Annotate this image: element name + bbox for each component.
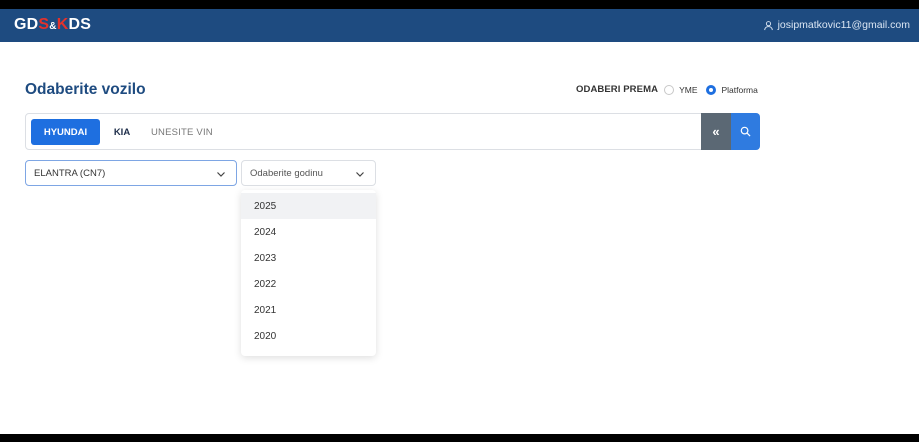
- chevron-down-icon: [217, 172, 225, 177]
- user-account[interactable]: josipmatkovic11@gmail.com: [763, 19, 910, 31]
- brand-tab-hyundai[interactable]: HYUNDAI: [31, 119, 100, 145]
- model-select[interactable]: ELANTRA (CN7): [25, 160, 237, 186]
- year-dropdown-menu: 2025 2024 2023 2022 2021 2020: [241, 190, 376, 356]
- radio-yme[interactable]: [664, 84, 675, 95]
- app-screen: GDS&KDS josipmatkovic11@gmail.com Odaber…: [0, 9, 919, 434]
- year-select-placeholder: Odaberite godinu: [250, 167, 323, 179]
- year-option-2021[interactable]: 2021: [241, 297, 376, 323]
- collapse-button[interactable]: «: [701, 113, 731, 150]
- year-select[interactable]: Odaberite godinu: [241, 160, 376, 186]
- chevron-down-icon: [356, 172, 364, 177]
- model-select-value: ELANTRA (CN7): [34, 167, 106, 179]
- user-email: josipmatkovic11@gmail.com: [777, 19, 910, 31]
- filter-label: ODABERI PREMA: [576, 84, 659, 95]
- user-icon: [763, 20, 773, 30]
- filter-option-yme[interactable]: YME: [664, 84, 697, 95]
- year-option-2020[interactable]: 2020: [241, 323, 376, 349]
- year-option-2023[interactable]: 2023: [241, 245, 376, 271]
- vin-input[interactable]: [151, 119, 691, 145]
- brand-tab-kia[interactable]: KIA: [100, 119, 144, 145]
- search-button[interactable]: [731, 113, 760, 150]
- year-option-2024[interactable]: 2024: [241, 219, 376, 245]
- select-by-filter: ODABERI PREMA YME Platforma: [576, 84, 767, 95]
- year-option-2022[interactable]: 2022: [241, 271, 376, 297]
- search-icon: [740, 126, 751, 137]
- radio-platforma[interactable]: [706, 84, 717, 95]
- filter-option-platforma[interactable]: Platforma: [706, 84, 758, 95]
- page-title: Odaberite vozilo: [25, 81, 146, 98]
- year-option-2025[interactable]: 2025: [241, 193, 376, 219]
- top-navbar: GDS&KDS josipmatkovic11@gmail.com: [0, 9, 919, 42]
- brand-logo[interactable]: GDS&KDS: [14, 16, 91, 34]
- vehicle-search-bar: HYUNDAI KIA «: [25, 113, 760, 150]
